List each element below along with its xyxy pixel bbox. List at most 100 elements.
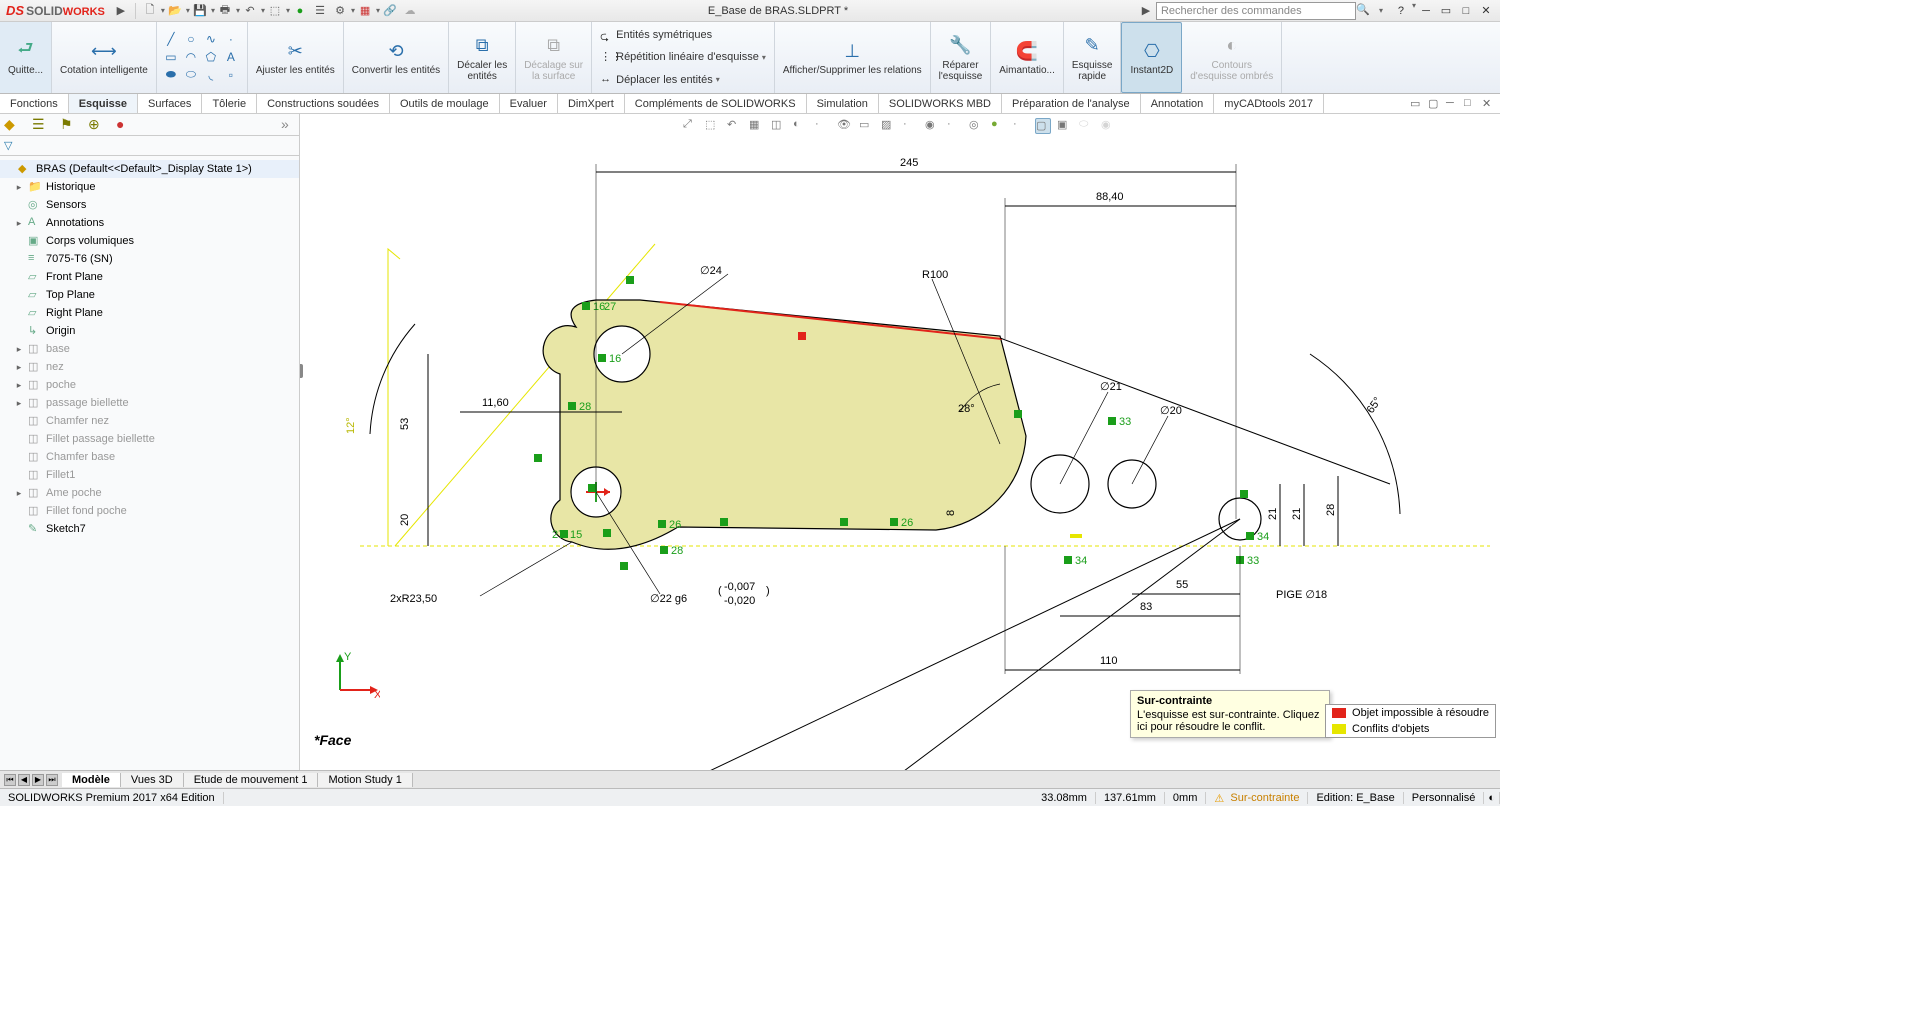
doc-win-btn-2[interactable]: ─ (1446, 97, 1460, 111)
cloud-icon[interactable]: ☁ (400, 1, 420, 21)
tree-item[interactable]: ◎Sensors (0, 196, 299, 214)
tree-item[interactable]: ▱Top Plane (0, 286, 299, 304)
status-zoom-icon[interactable]: ◐ (1484, 792, 1500, 804)
search-icon[interactable]: 🔍 (1356, 3, 1372, 19)
arrow-icon[interactable]: ▶ (111, 1, 131, 21)
maximize-icon[interactable]: □ (1456, 1, 1476, 21)
undo-icon[interactable]: ↶ (240, 1, 260, 21)
exit-sketch-button[interactable]: ⮐ Quitte... (0, 22, 52, 93)
tree-item[interactable]: ▣Corps volumiques (0, 232, 299, 250)
rebuild-icon[interactable]: ● (290, 1, 310, 21)
dot-icon: · (223, 32, 239, 46)
sketch-canvas[interactable]: 1627 28 16 2715 26 26 28 33 34 34 33 (300, 114, 1500, 770)
pattern-group[interactable]: ⮎Entités symétriques ⋮⋮Répétition linéai… (592, 22, 775, 93)
tree-label: nez (46, 361, 64, 373)
status-custom[interactable]: Personnalisé (1404, 792, 1485, 804)
open-icon[interactable]: 📂 (165, 1, 185, 21)
print-icon[interactable]: 🖶 (215, 1, 235, 21)
select-icon[interactable]: ⬚ (265, 1, 285, 21)
tree-item[interactable]: ◫Chamfer base (0, 448, 299, 466)
tab-mycadtools-2017[interactable]: myCADtools 2017 (1214, 94, 1324, 113)
tree-label: Fillet1 (46, 469, 75, 481)
smart-dimension-button[interactable]: ⟷ Cotation intelligente (52, 22, 157, 93)
bottom-tab-vues-3d[interactable]: Vues 3D (121, 773, 184, 787)
next-tab-icon[interactable]: ▶ (32, 774, 44, 786)
addin-icon[interactable]: ▦ (355, 1, 375, 21)
help-icon[interactable]: ? (1391, 1, 1411, 21)
last-tab-icon[interactable]: ⏭ (46, 774, 58, 786)
dim-tab-icon[interactable]: ⊕ (88, 116, 106, 134)
trim-button[interactable]: ✂ Ajuster les entités (248, 22, 344, 93)
offset-button[interactable]: ⧉ Décaler les entités (449, 22, 516, 93)
appearance-tab-icon[interactable]: ● (116, 116, 134, 134)
doc-win-btn-3[interactable]: □ (1464, 97, 1478, 111)
tree-item[interactable]: ▸◫Ame poche (0, 484, 299, 502)
tab-simulation[interactable]: Simulation (807, 94, 879, 113)
tree-item[interactable]: ▱Right Plane (0, 304, 299, 322)
rapid-sketch-button[interactable]: ✎ Esquisse rapide (1064, 22, 1122, 93)
tab-evaluer[interactable]: Evaluer (500, 94, 558, 113)
repair-button[interactable]: 🔧 Réparer l'esquisse (931, 22, 992, 93)
tab-annotation[interactable]: Annotation (1141, 94, 1215, 113)
tree-item[interactable]: ▸AAnnotations (0, 214, 299, 232)
move-icon: ↔ (600, 73, 614, 87)
save-icon[interactable]: 💾 (190, 1, 210, 21)
tab-compléments-de-solidworks[interactable]: Compléments de SOLIDWORKS (625, 94, 807, 113)
tree-item[interactable]: ▸◫poche (0, 376, 299, 394)
prev-tab-icon[interactable]: ◀ (18, 774, 30, 786)
tab-solidworks-mbd[interactable]: SOLIDWORKS MBD (879, 94, 1002, 113)
tree-item[interactable]: ◫Chamfer nez (0, 412, 299, 430)
search-input[interactable]: Rechercher des commandes (1156, 2, 1356, 20)
config-tab-icon[interactable]: ⚑ (60, 116, 78, 134)
restore-icon[interactable]: ▭ (1436, 1, 1456, 21)
tree-item[interactable]: ↳Origin (0, 322, 299, 340)
tree-item[interactable]: ✎Sketch7 (0, 520, 299, 538)
doc-win-btn-1[interactable]: ▢ (1428, 97, 1442, 111)
search-toggle-icon[interactable]: ▶ (1136, 1, 1156, 21)
tree-item[interactable]: ▸◫passage biellette (0, 394, 299, 412)
filter-icon[interactable]: ▽ (4, 139, 12, 152)
tab-outils-de-moulage[interactable]: Outils de moulage (390, 94, 500, 113)
panel-handle[interactable] (300, 364, 303, 378)
tree-item[interactable]: ▸📁Historique (0, 178, 299, 196)
new-icon[interactable]: 🗋 (140, 1, 160, 21)
tree-item[interactable]: ▸◫base (0, 340, 299, 358)
options-icon[interactable]: ☰ (310, 1, 330, 21)
tree-root[interactable]: ◆ BRAS (Default<<Default>_Display State … (0, 160, 299, 178)
tab-fonctions[interactable]: Fonctions (0, 94, 69, 113)
close-icon[interactable]: ✕ (1476, 1, 1496, 21)
tree-item[interactable]: ◫Fillet1 (0, 466, 299, 484)
status-constraint[interactable]: ⚠Sur-contrainte (1206, 792, 1308, 804)
tab-préparation-de-l'analyse[interactable]: Préparation de l'analyse (1002, 94, 1141, 113)
feature-tree-icon[interactable]: ◆ (4, 116, 22, 134)
convert-button[interactable]: ⟲ Convertir les entités (344, 22, 449, 93)
gear-icon[interactable]: ⚙ (330, 1, 350, 21)
constraint-tooltip[interactable]: Sur-contrainte L'esquisse est sur-contra… (1130, 690, 1330, 738)
tree-item[interactable]: ≡7075-T6 (SN) (0, 250, 299, 268)
expand-panel-icon[interactable]: » (281, 116, 299, 134)
bottom-tab-modèle[interactable]: Modèle (62, 773, 121, 787)
property-tab-icon[interactable]: ☰ (32, 116, 50, 134)
bottom-tab-motion-study-1[interactable]: Motion Study 1 (318, 773, 412, 787)
relations-button[interactable]: ⊥ Afficher/Supprimer les relations (775, 22, 931, 93)
bottom-tab-etude-de-mouvement-1[interactable]: Etude de mouvement 1 (184, 773, 319, 787)
instant2d-button[interactable]: ⎔ Instant2D (1121, 22, 1182, 93)
tree-item[interactable]: ◫Fillet fond poche (0, 502, 299, 520)
tab-constructions-soudées[interactable]: Constructions soudées (257, 94, 390, 113)
tab-surfaces[interactable]: Surfaces (138, 94, 202, 113)
legend-yellow-label: Conflits d'objets (1352, 723, 1429, 735)
link-icon[interactable]: 🔗 (380, 1, 400, 21)
tree-item[interactable]: ▱Front Plane (0, 268, 299, 286)
tab-esquisse[interactable]: Esquisse (69, 94, 138, 113)
first-tab-icon[interactable]: ⏮ (4, 774, 16, 786)
minimize-icon[interactable]: ─ (1416, 1, 1436, 21)
tab-tôlerie[interactable]: Tôlerie (202, 94, 257, 113)
svg-text:): ) (766, 585, 770, 597)
tree-item[interactable]: ▸◫nez (0, 358, 299, 376)
snap-button[interactable]: 🧲 Aimantatio... (991, 22, 1064, 93)
doc-win-btn-0[interactable]: ▭ (1410, 97, 1424, 111)
tab-dimxpert[interactable]: DimXpert (558, 94, 625, 113)
sketch-tools[interactable]: ╱○∿· ▭◠⬠A ⬬⬭◟▫ (157, 22, 248, 93)
tree-item[interactable]: ◫Fillet passage biellette (0, 430, 299, 448)
doc-win-btn-4[interactable]: ✕ (1482, 97, 1496, 111)
